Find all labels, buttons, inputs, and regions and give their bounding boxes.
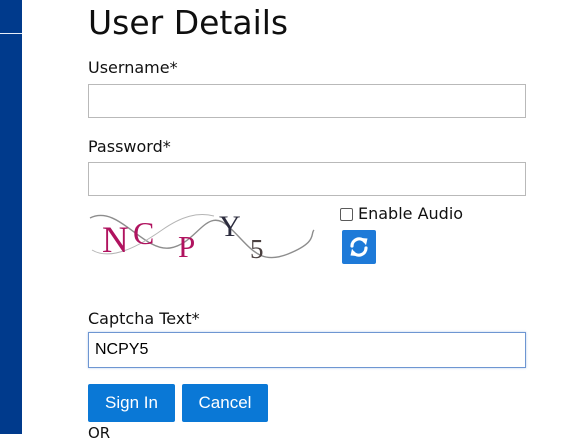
enable-audio-checkbox[interactable] — [340, 207, 353, 221]
captcha-image: N C P Y 5 — [89, 210, 315, 264]
refresh-icon — [350, 237, 368, 257]
username-label: Username* — [88, 58, 178, 77]
enable-audio-toggle[interactable]: Enable Audio — [340, 204, 463, 224]
page-title: User Details — [88, 3, 289, 42]
captcha-letter: N — [102, 220, 129, 261]
captcha-text-label: Captcha Text* — [88, 309, 200, 328]
username-input[interactable] — [88, 84, 526, 118]
captcha-letter: Y — [219, 210, 241, 243]
captcha-text-input[interactable] — [88, 332, 526, 368]
password-input[interactable] — [88, 162, 526, 196]
cancel-button[interactable]: Cancel — [182, 384, 268, 422]
refresh-captcha-button[interactable] — [342, 230, 376, 264]
or-divider-text: OR — [88, 424, 111, 442]
captcha-letter: C — [133, 215, 154, 251]
sidebar-divider — [0, 33, 22, 34]
password-label: Password* — [88, 137, 171, 156]
sidebar-panel — [0, 0, 22, 434]
sign-in-button[interactable]: Sign In — [88, 384, 175, 422]
captcha-letter: 5 — [250, 234, 264, 264]
enable-audio-label: Enable Audio — [358, 204, 464, 223]
captcha-letter: P — [178, 229, 195, 264]
